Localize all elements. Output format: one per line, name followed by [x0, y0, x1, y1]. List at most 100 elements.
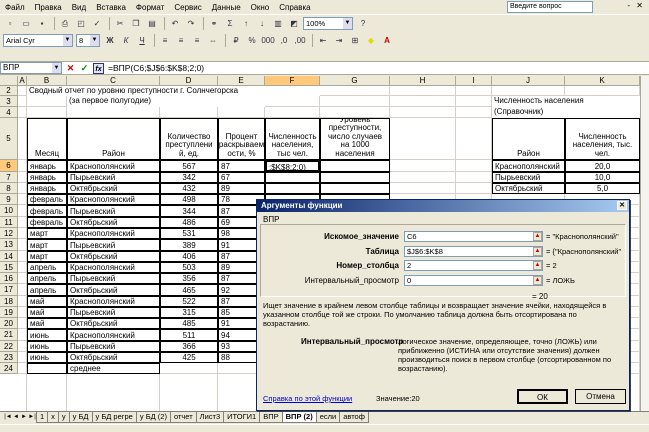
menu-item-6[interactable]: Данные [207, 3, 246, 12]
ref-cell-population[interactable]: 10,0 [565, 172, 640, 183]
currency-icon[interactable]: ₽ [229, 34, 243, 48]
borders-icon[interactable]: ⊞ [348, 34, 362, 48]
collapse-dialog-icon[interactable]: ▲ [533, 276, 542, 285]
row-header-16[interactable]: 16 [0, 273, 18, 284]
cell-crime-level[interactable] [320, 183, 390, 194]
sheet-tab[interactable]: если [315, 412, 341, 423]
autosum-icon[interactable]: Σ [223, 17, 237, 31]
header-crimes[interactable]: Количество преступлени й, ед. [160, 118, 218, 160]
underline-icon[interactable]: Ч [135, 34, 149, 48]
sheet-tab[interactable]: у БД регре [91, 412, 137, 423]
cell-district[interactable]: Пырьевский [67, 273, 160, 284]
align-right-icon[interactable]: ≡ [190, 34, 204, 48]
menu-item-1[interactable]: Правка [30, 3, 67, 12]
col-header-I[interactable]: I [456, 76, 492, 86]
row-header-11[interactable]: 11 [0, 217, 18, 228]
cell-crimes[interactable]: 432 [160, 183, 218, 194]
cell-district[interactable]: Октябрьский [67, 251, 160, 262]
cell-crimes[interactable]: 315 [160, 307, 218, 318]
argument-input[interactable]: 2 [404, 260, 543, 271]
menu-item-3[interactable]: Вставка [91, 3, 131, 12]
active-cell[interactable]: ;$K$8;2;0) [265, 160, 320, 172]
cell-month[interactable]: март [27, 251, 67, 262]
row-header-4[interactable]: 4 [0, 107, 18, 118]
row-header-14[interactable]: 14 [0, 251, 18, 262]
cell-month[interactable]: январь [27, 183, 67, 194]
vertical-scrollbar[interactable] [640, 76, 649, 411]
row-header-3[interactable]: 3 [0, 96, 18, 107]
formula-input[interactable]: =ВПР(C6;$J$6:$K$8;2;0) [108, 63, 204, 73]
align-center-icon[interactable]: ≡ [174, 34, 188, 48]
spelling-icon[interactable]: ✓ [90, 17, 104, 31]
preview-icon[interactable]: ◰ [74, 17, 88, 31]
cell-avg-label[interactable]: среднее [67, 363, 160, 374]
cell-crimes[interactable]: 389 [160, 239, 218, 251]
cell-crimes[interactable]: 425 [160, 352, 218, 363]
header-month[interactable]: Месяц [27, 118, 67, 160]
col-header-J[interactable]: J [492, 76, 565, 86]
cell-district[interactable]: Октябрьский [67, 183, 160, 194]
increase-indent-icon[interactable]: ⇥ [332, 34, 346, 48]
cell-district[interactable]: Краснополянский [67, 160, 160, 172]
decrease-decimal-icon[interactable]: ,00 [293, 34, 307, 48]
sheet-tab[interactable]: Лист3 [195, 412, 225, 423]
col-header-E[interactable]: E [218, 76, 265, 86]
redo-icon[interactable]: ↷ [184, 17, 198, 31]
col-header-C[interactable]: C [67, 76, 160, 86]
menu-item-0[interactable]: Файл [0, 3, 30, 12]
cell-district[interactable]: Краснополянский [67, 194, 160, 205]
name-box[interactable]: ВПР ▼ [0, 62, 62, 74]
copy-icon[interactable]: ❐ [129, 17, 143, 31]
cell-district[interactable]: Октябрьский [67, 217, 160, 228]
cell-month[interactable]: март [27, 239, 67, 251]
cell-population[interactable] [265, 172, 320, 183]
col-header-K[interactable]: K [565, 76, 640, 86]
ref-cell-district[interactable]: Октябрьский [492, 183, 565, 194]
italic-icon[interactable]: К [119, 34, 133, 48]
header-crime-level[interactable]: Уровень преступности, число случаев на 1… [320, 118, 390, 160]
cell-crimes[interactable]: 486 [160, 217, 218, 228]
cell-month[interactable]: январь [27, 172, 67, 183]
cell-crimes[interactable]: 465 [160, 284, 218, 296]
cell-district[interactable]: Пырьевский [67, 239, 160, 251]
row-header-12[interactable]: 12 [0, 228, 18, 239]
row-header-24[interactable]: 24 [0, 363, 18, 374]
ref-cell-district[interactable]: Краснополянский [492, 160, 565, 172]
cell-percent[interactable]: 67 [218, 172, 265, 183]
align-left-icon[interactable]: ≡ [158, 34, 172, 48]
col-header-F[interactable]: F [265, 76, 320, 86]
font-name-select[interactable]: Arial Cyr ▼ [3, 34, 73, 47]
sheet-tab[interactable]: автоф [339, 412, 369, 423]
cell-month[interactable]: апрель [27, 273, 67, 284]
report-title-cell[interactable]: Сводный отчет по уровню преступности г. … [27, 86, 320, 96]
cell-month[interactable]: июнь [27, 352, 67, 363]
collapse-dialog-icon[interactable]: ▲ [533, 261, 542, 270]
ref-title-cell[interactable]: Численность населения [492, 96, 640, 107]
cell-population[interactable] [265, 183, 320, 194]
cell-month[interactable]: февраль [27, 205, 67, 217]
undo-icon[interactable]: ↶ [168, 17, 182, 31]
row-header-19[interactable]: 19 [0, 307, 18, 318]
cell-district[interactable]: Пырьевский [67, 341, 160, 352]
argument-input[interactable]: C6 [404, 231, 543, 242]
cell-month[interactable]: февраль [27, 217, 67, 228]
increase-decimal-icon[interactable]: ,0 [277, 34, 291, 48]
fill-color-icon[interactable]: ◆ [364, 34, 378, 48]
row-header-17[interactable]: 17 [0, 284, 18, 296]
report-subtitle-cell[interactable]: (за первое полугодие) [67, 96, 265, 107]
prev-sheet-icon[interactable]: ◄ [12, 412, 20, 423]
cancel-button[interactable]: Отмена [575, 389, 626, 404]
cell-district[interactable]: Краснополянский [67, 262, 160, 273]
font-color-icon[interactable]: A [380, 34, 394, 48]
hyperlink-icon[interactable]: ⚭ [207, 17, 221, 31]
menu-item-2[interactable]: Вид [67, 3, 91, 12]
menu-item-7[interactable]: Окно [246, 3, 275, 12]
enter-formula-icon[interactable]: ✓ [79, 63, 90, 74]
row-header-18[interactable]: 18 [0, 296, 18, 307]
cell-district[interactable]: Пырьевский [67, 172, 160, 183]
cell-avg-month[interactable] [27, 363, 67, 374]
cell-crimes[interactable]: 522 [160, 296, 218, 307]
ref-cell-population[interactable]: 20,0 [565, 160, 640, 172]
cell-crimes[interactable]: 531 [160, 228, 218, 239]
cell-month[interactable]: апрель [27, 262, 67, 273]
